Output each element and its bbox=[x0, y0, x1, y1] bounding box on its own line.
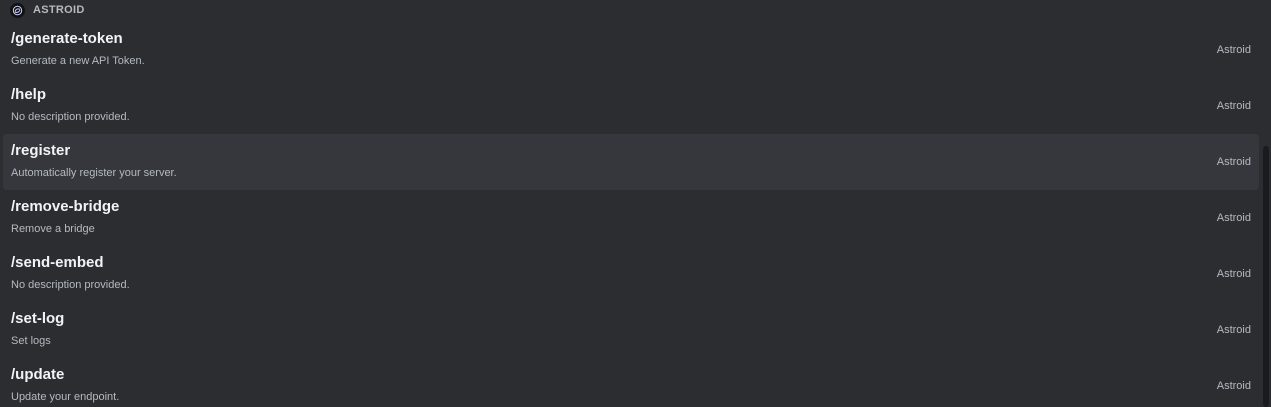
command-name: /set-log bbox=[11, 310, 65, 327]
section-title: ASTROID bbox=[33, 4, 85, 16]
command-name: /help bbox=[11, 86, 47, 103]
command-description: No description provided. bbox=[11, 111, 130, 123]
command-name: /generate-token bbox=[11, 30, 123, 47]
command-source: Astroid bbox=[1216, 156, 1251, 168]
command-description: Set logs bbox=[11, 335, 51, 347]
command-name: /remove-bridge bbox=[11, 198, 120, 215]
command-source: Astroid bbox=[1216, 380, 1251, 392]
command-item[interactable]: /register Automatically register your se… bbox=[3, 134, 1259, 190]
command-description: Update your endpoint. bbox=[11, 391, 120, 403]
command-list: /generate-token Generate a new API Token… bbox=[3, 22, 1259, 407]
command-source: Astroid bbox=[1216, 268, 1251, 280]
scrollbar-track[interactable] bbox=[1263, 146, 1269, 407]
command-source: Astroid bbox=[1216, 100, 1251, 112]
command-item[interactable]: /set-log Set logs Astroid bbox=[3, 302, 1259, 358]
command-item[interactable]: /update Update your endpoint. Astroid bbox=[3, 358, 1259, 407]
section-header: ASTROID bbox=[0, 0, 1271, 20]
command-picker-panel: ASTROID /generate-token Generate a new A… bbox=[0, 0, 1271, 407]
command-item[interactable]: /help No description provided. Astroid bbox=[3, 78, 1259, 134]
command-source: Astroid bbox=[1216, 44, 1251, 56]
command-item[interactable]: /remove-bridge Remove a bridge Astroid bbox=[3, 190, 1259, 246]
scrollbar-thumb[interactable] bbox=[1263, 146, 1269, 407]
command-item[interactable]: /send-embed No description provided. Ast… bbox=[3, 246, 1259, 302]
command-description: Generate a new API Token. bbox=[11, 55, 145, 67]
command-description: Automatically register your server. bbox=[11, 167, 177, 179]
command-source: Astroid bbox=[1216, 212, 1251, 224]
astroid-bot-avatar-icon bbox=[10, 2, 25, 18]
command-item[interactable]: /generate-token Generate a new API Token… bbox=[3, 22, 1259, 78]
command-source: Astroid bbox=[1216, 324, 1251, 336]
command-name: /update bbox=[11, 366, 65, 383]
command-description: Remove a bridge bbox=[11, 223, 95, 235]
command-description: No description provided. bbox=[11, 279, 130, 291]
command-name: /send-embed bbox=[11, 254, 104, 271]
command-name: /register bbox=[11, 142, 71, 159]
